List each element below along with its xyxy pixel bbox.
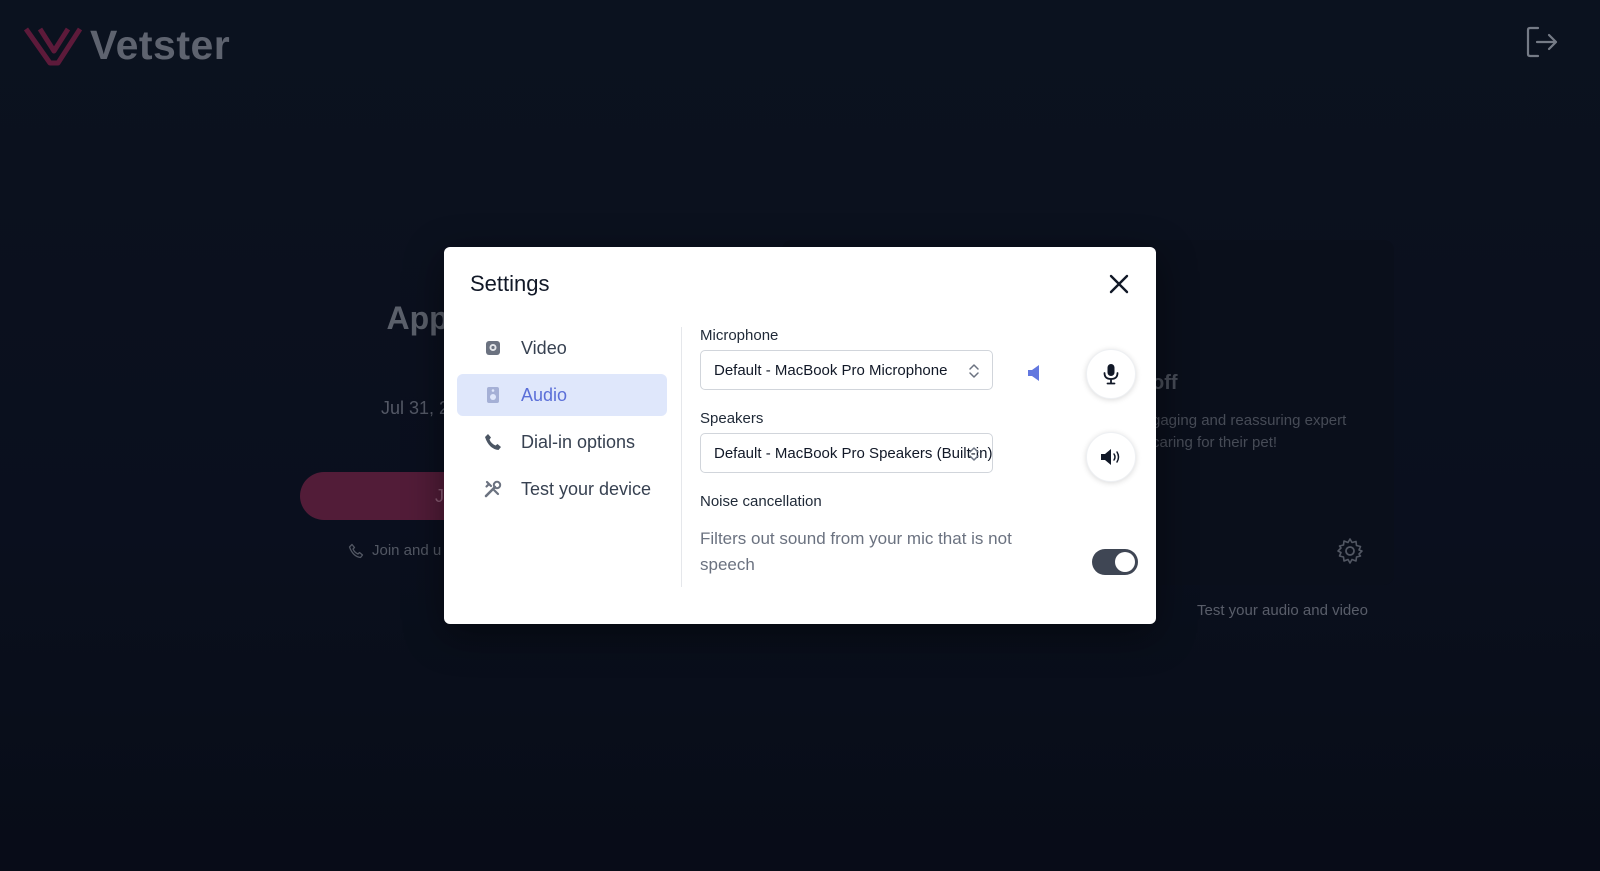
- chevron-updown-icon: [969, 364, 979, 378]
- nav-item-video[interactable]: Video: [457, 327, 667, 369]
- webcam-icon: [483, 338, 503, 358]
- microphone-select[interactable]: Default - MacBook Pro Microphone: [700, 350, 993, 390]
- tools-icon: [483, 479, 503, 499]
- phone-icon: [483, 432, 503, 452]
- chevron-updown-icon: [969, 447, 979, 461]
- noise-cancellation-description: Filters out sound from your mic that is …: [700, 529, 1012, 574]
- nav-item-label: Dial-in options: [521, 431, 636, 452]
- nav-item-label: Test your device: [521, 478, 652, 499]
- nav-item-audio[interactable]: Audio: [457, 374, 667, 416]
- microphone-select-value: Default - MacBook Pro Microphone: [714, 361, 948, 379]
- speaker-device-icon: [483, 385, 503, 405]
- speakers-select-value: Default - MacBook Pro Speakers (Built-in…: [714, 444, 993, 462]
- noise-cancellation-label: Noise cancellation: [700, 493, 822, 510]
- dialog-title: Settings: [470, 271, 550, 296]
- speakers-label: Speakers: [700, 410, 764, 427]
- test-speakers-button[interactable]: [1086, 432, 1136, 482]
- audio-settings-panel: Microphone Default - MacBook Pro Microph…: [700, 327, 1140, 578]
- speaker-icon: [1101, 449, 1120, 465]
- nav-divider: [681, 327, 682, 587]
- microphone-label: Microphone: [700, 327, 779, 344]
- nav-item-dial-in[interactable]: Dial-in options: [457, 421, 667, 463]
- speakers-select[interactable]: Default - MacBook Pro Speakers (Built-in…: [700, 433, 993, 473]
- noise-cancellation-toggle[interactable]: [1092, 549, 1138, 575]
- microphone-icon: [1103, 364, 1119, 385]
- settings-nav: Video Audio Dial-in options Test your de…: [457, 327, 667, 515]
- close-button[interactable]: [1104, 269, 1134, 299]
- nav-item-label: Audio: [521, 384, 568, 405]
- mic-level-indicator-icon: [1028, 365, 1039, 381]
- close-icon: [1109, 274, 1129, 294]
- settings-dialog: Settings Video Audio Dial-in options Tes…: [444, 247, 1156, 624]
- nav-item-test-device[interactable]: Test your device: [457, 468, 667, 510]
- nav-item-label: Video: [521, 337, 567, 358]
- mute-microphone-button[interactable]: [1086, 349, 1136, 399]
- toggle-knob: [1115, 552, 1135, 572]
